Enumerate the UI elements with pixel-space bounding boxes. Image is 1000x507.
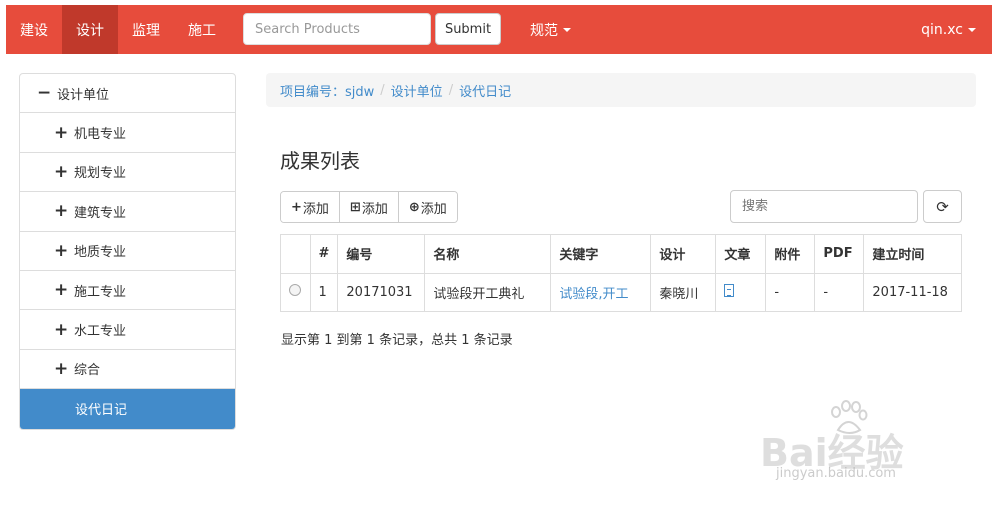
sidebar-item-design-diary[interactable]: 设代日记 <box>20 389 235 429</box>
pagination-info: 显示第 1 到第 1 条记录，总共 1 条记录 <box>281 333 513 348</box>
header-name[interactable]: 名称 <box>424 235 551 274</box>
sidebar: − 设计单位 + 机电专业 + 规划专业 + 建筑专业 + 地质专业 + 施工专… <box>19 73 236 430</box>
sidebar-item-design-unit[interactable]: − 设计单位 <box>20 74 235 114</box>
plus-icon: + <box>54 161 69 182</box>
sidebar-item-label: 综合 <box>74 363 101 379</box>
add-pdf-button[interactable]: ⊕ 添加 <box>397 192 457 222</box>
sidebar-item-hydraulic[interactable]: + 水工专业 <box>20 310 235 350</box>
header-select <box>281 235 310 274</box>
sidebar-item-label: 地质专业 <box>74 245 127 261</box>
row-code: 20171031 <box>337 273 425 311</box>
header-index[interactable]: # <box>309 235 338 274</box>
sidebar-item-electromechanical[interactable]: + 机电专业 <box>20 113 235 153</box>
row-attachment: - <box>765 273 815 311</box>
add-button-label: 添加 <box>420 201 447 217</box>
plus-icon: + <box>54 280 69 301</box>
row-name: 试验段开工典礼 <box>424 273 551 311</box>
minus-icon: − <box>37 83 52 104</box>
add-button-label: 添加 <box>361 201 388 217</box>
sidebar-item-planning[interactable]: + 规划专业 <box>20 153 235 193</box>
sidebar-item-label: 设代日记 <box>75 403 128 419</box>
plus-square-icon: ⊕ <box>408 199 420 215</box>
header-article[interactable]: 文章 <box>715 235 766 274</box>
breadcrumb-design-unit[interactable]: 设计单位 <box>391 81 443 100</box>
plus-icon: + <box>54 240 69 261</box>
plus-square-outline-icon: ⊞ <box>349 199 361 215</box>
document-icon[interactable] <box>724 283 735 297</box>
breadcrumb-project[interactable]: 项目编号：sjdw <box>280 81 374 100</box>
sidebar-item-general[interactable]: + 综合 <box>20 350 235 390</box>
submit-button[interactable]: Submit <box>435 13 501 45</box>
caret-down-icon <box>563 27 571 32</box>
sidebar-item-label: 规划专业 <box>74 166 127 182</box>
standards-dropdown-label: 规范 <box>530 22 558 39</box>
row-pdf: - <box>814 273 864 311</box>
nav-item-build[interactable]: 施工 <box>174 5 230 54</box>
refresh-icon: ⟳ <box>936 197 949 216</box>
nav-item-design[interactable]: 设计 <box>62 5 118 54</box>
header-created[interactable]: 建立时间 <box>863 235 961 274</box>
row-created: 2017-11-18 <box>863 273 961 311</box>
standards-dropdown[interactable]: 规范 <box>530 5 571 54</box>
sidebar-item-label: 建筑专业 <box>74 205 127 221</box>
breadcrumb: 项目编号：sjdw / 设计单位 / 设代日记 <box>266 73 976 107</box>
sidebar-item-label: 设计单位 <box>57 87 110 103</box>
nav-item-supervision[interactable]: 监理 <box>118 5 174 54</box>
plus-icon: + <box>291 199 302 215</box>
user-name: qin.xc <box>921 21 963 38</box>
row-article-cell <box>715 273 766 311</box>
sidebar-item-construction[interactable]: + 施工专业 <box>20 271 235 311</box>
sidebar-item-label: 施工专业 <box>74 284 127 300</box>
sidebar-item-label: 水工专业 <box>74 324 127 340</box>
add-attachment-button[interactable]: ⊞ 添加 <box>338 192 398 222</box>
product-search-input[interactable] <box>243 13 431 45</box>
header-code[interactable]: 编号 <box>337 235 425 274</box>
user-menu[interactable]: qin.xc <box>921 5 976 54</box>
row-radio[interactable] <box>289 284 301 297</box>
header-designer[interactable]: 设计 <box>650 235 716 274</box>
top-navbar: 建设 设计 监理 施工 Submit 规范 qin.xc <box>6 5 992 54</box>
caret-down-icon <box>968 27 976 32</box>
header-keywords[interactable]: 关键字 <box>550 235 651 274</box>
plus-icon: + <box>54 358 69 379</box>
sidebar-item-geology[interactable]: + 地质专业 <box>20 232 235 271</box>
row-keywords-link[interactable]: 试验段,开工 <box>550 273 651 311</box>
table-search-input[interactable] <box>730 190 918 223</box>
sidebar-item-label: 机电专业 <box>74 127 127 143</box>
nav-item-construction[interactable]: 建设 <box>6 5 62 54</box>
breadcrumb-separator: / <box>448 82 454 98</box>
refresh-button[interactable]: ⟳ <box>923 190 962 223</box>
plus-icon: + <box>54 319 69 340</box>
add-button-label: 添加 <box>302 201 329 217</box>
sidebar-item-architecture[interactable]: + 建筑专业 <box>20 192 235 232</box>
baidu-watermark: Bai经验 jingyan.baidu.com <box>760 400 960 490</box>
plus-icon: + <box>54 122 69 143</box>
watermark-url: jingyan.baidu.com <box>776 466 896 481</box>
breadcrumb-separator: / <box>380 82 385 98</box>
add-button-group: + 添加 ⊞ 添加 ⊕ 添加 <box>280 191 458 223</box>
header-pdf[interactable]: PDF <box>814 235 864 274</box>
breadcrumb-design-diary[interactable]: 设代日记 <box>459 81 511 100</box>
row-index: 1 <box>309 273 338 311</box>
add-button[interactable]: + 添加 <box>281 192 339 222</box>
page-title: 成果列表 <box>280 149 360 173</box>
results-table: # 编号 名称 关键字 设计 文章 附件 PDF 建立时间 1 20171031… <box>280 234 962 312</box>
header-attachment[interactable]: 附件 <box>765 235 815 274</box>
row-designer: 秦晓川 <box>650 273 716 311</box>
table-row[interactable]: 1 20171031 试验段开工典礼 试验段,开工 秦晓川 - - 2017-1… <box>281 273 961 311</box>
plus-icon: + <box>54 201 69 222</box>
table-header-row: # 编号 名称 关键字 设计 文章 附件 PDF 建立时间 <box>281 235 961 274</box>
row-select-cell <box>281 273 310 311</box>
